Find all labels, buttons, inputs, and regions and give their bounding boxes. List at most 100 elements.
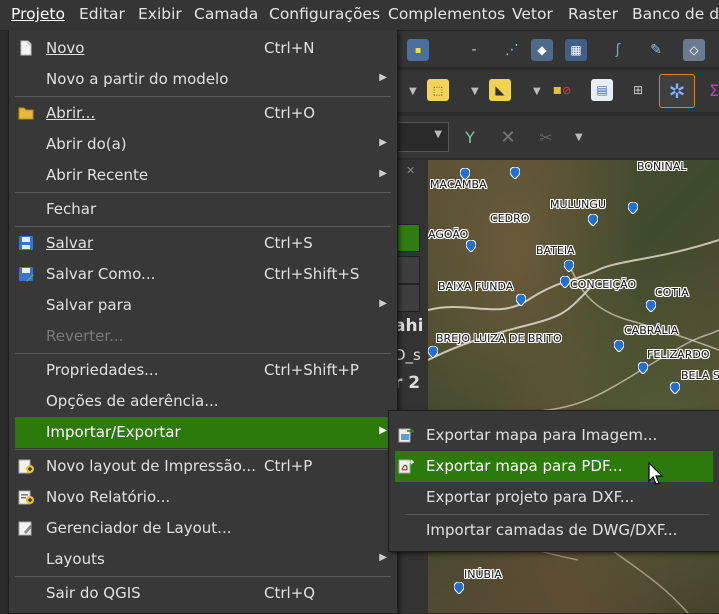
menu-complementos[interactable]: Complementos	[388, 5, 505, 23]
menu-item-label: Salvar Como...	[46, 265, 156, 283]
menu-item-label: Propriedades...	[46, 361, 159, 379]
menu-item-propriedades[interactable]: Propriedades... Ctrl+Shift+P	[15, 355, 391, 386]
layout-manager-icon	[18, 520, 34, 536]
digitize-freehand-icon[interactable]: ✎	[645, 39, 667, 61]
map-pin-icon[interactable]	[670, 382, 680, 394]
shortcut: Ctrl+Shift+S	[264, 265, 360, 283]
map-pin-icon[interactable]	[628, 202, 638, 214]
menu-item-novo-layout[interactable]: Novo layout de Impressão... Ctrl+P	[15, 451, 391, 482]
chevron-right-icon: ▶	[379, 298, 387, 309]
place-label: COTIA	[655, 286, 689, 299]
place-label: BONINAL	[637, 160, 687, 173]
project-menu: Novo Ctrl+N Novo a partir do modelo ▶ Ab…	[8, 30, 398, 614]
chevron-right-icon: ▶	[379, 168, 387, 179]
shortcut: Ctrl+O	[264, 104, 316, 122]
delete-icon[interactable]: ✕	[497, 126, 519, 148]
map-pin-icon[interactable]	[516, 294, 526, 306]
trace-icon[interactable]: Y	[459, 126, 481, 148]
menu-projeto[interactable]: Projeto	[11, 5, 65, 23]
menu-item-abrir-do[interactable]: Abrir do(a) ▶	[15, 129, 391, 160]
menu-item-novo-modelo[interactable]: Novo a partir do modelo ▶	[15, 64, 391, 95]
vertex-tool-icon[interactable]: ◇	[683, 39, 705, 61]
new-report-icon	[18, 489, 34, 505]
menu-editar[interactable]: Editar	[79, 5, 125, 23]
map-pin-icon[interactable]	[638, 362, 648, 374]
menu-item-label: Abrir Recente	[46, 166, 149, 184]
map-pin-icon[interactable]	[428, 346, 438, 358]
add-polygon-icon[interactable]: ◆	[531, 39, 553, 61]
chevron-right-icon: ▶	[379, 137, 387, 148]
menu-item-sair[interactable]: Sair do QGIS Ctrl+Q	[15, 578, 391, 609]
menu-item-salvar-como[interactable]: Salvar Como... Ctrl+Shift+S	[15, 259, 391, 290]
menu-exibir[interactable]: Exibir	[138, 5, 182, 23]
map-pin-icon[interactable]	[454, 582, 464, 594]
menu-item-opcoes-aderencia[interactable]: Opções de aderência...	[15, 386, 391, 417]
menu-item-layouts[interactable]: Layouts ▶	[15, 544, 391, 575]
menu-item-label: Exportar projeto para DXF...	[426, 488, 635, 506]
menu-vetor[interactable]: Vetor	[512, 5, 553, 23]
deselect-icon[interactable]: ▪ ⊘	[551, 79, 573, 101]
map-pin-icon[interactable]	[588, 214, 598, 226]
menu-item-importar-dwg[interactable]: Importar camadas de DWG/DXF...	[395, 515, 713, 546]
save-edits-icon[interactable]: ▪	[407, 39, 429, 61]
export-image-icon	[398, 427, 415, 443]
menu-item-abrir[interactable]: Abrir... Ctrl+O	[15, 98, 391, 129]
selection-toolbar: ▼ ⬚ ▼ ◣ ▼ ▪ ⊘ ▤ ⊞ ✲ Σ	[395, 70, 719, 112]
processing-toolbox-icon[interactable]: ✲	[659, 74, 695, 108]
map-pin-icon[interactable]	[614, 340, 624, 352]
menu-raster[interactable]: Raster	[568, 5, 618, 23]
chevron-down-icon: ▼	[434, 129, 442, 140]
dropdown-arrow-icon[interactable]: ▼	[409, 86, 417, 97]
add-curve-icon[interactable]: ʃ	[607, 39, 629, 61]
menu-banco-de-dados[interactable]: Banco de da	[632, 5, 719, 23]
menu-item-salvar-para[interactable]: Salvar para ▶	[15, 290, 391, 321]
place-label: CEDRO	[490, 212, 530, 225]
dropdown-arrow-icon[interactable]: ▼	[575, 132, 583, 143]
separator	[15, 96, 391, 97]
select-features-icon[interactable]: ⬚	[427, 79, 449, 101]
menu-item-novo-relatorio[interactable]: Novo Relatório...	[15, 482, 391, 513]
map-pin-icon[interactable]	[510, 167, 520, 179]
menu-item-exportar-dxf[interactable]: Exportar projeto para DXF...	[395, 482, 713, 513]
attribute-table-icon[interactable]: ▤	[591, 79, 613, 101]
field-calculator-icon[interactable]: ⊞	[627, 79, 649, 101]
menu-item-label: Reverter...	[46, 327, 124, 345]
layer-combo[interactable]: ▼	[395, 122, 449, 152]
layer-fragment: D_s	[394, 346, 421, 364]
split-icon[interactable]: ✂	[535, 126, 557, 148]
add-grid-icon[interactable]: ▦	[565, 39, 587, 61]
menu-item-label: Importar camadas de DWG/DXF...	[426, 521, 678, 539]
menubar: Projeto Editar Exibir Camada Configuraçõ…	[0, 0, 719, 31]
menu-item-label: Sair do QGIS	[46, 584, 141, 602]
mouse-cursor-icon	[648, 461, 664, 490]
place-label: BATEIA	[536, 244, 575, 257]
save-as-icon	[18, 266, 34, 282]
menu-item-novo[interactable]: Novo Ctrl+N	[15, 33, 391, 64]
place-label: BELA S	[681, 369, 719, 382]
new-layout-icon	[18, 458, 34, 474]
line-icon[interactable]: -	[463, 39, 485, 61]
add-point-icon[interactable]: ⋰	[501, 39, 523, 61]
menu-item-fechar[interactable]: Fechar	[15, 194, 391, 225]
map-pin-icon[interactable]	[460, 168, 470, 180]
map-pin-icon[interactable]	[560, 276, 570, 288]
menu-camada[interactable]: Camada	[194, 5, 258, 23]
menu-item-exportar-pdf[interactable]: Exportar mapa para PDF...	[395, 451, 713, 482]
menu-item-salvar[interactable]: Salvar Ctrl+S	[15, 228, 391, 259]
map-pin-icon[interactable]	[646, 300, 656, 312]
menu-item-gerenciador-layout[interactable]: Gerenciador de Layout...	[15, 513, 391, 544]
close-icon[interactable]: ✕	[406, 164, 415, 177]
menu-item-exportar-imagem[interactable]: Exportar mapa para Imagem...	[395, 420, 713, 451]
dropdown-arrow-icon[interactable]: ▼	[533, 86, 541, 97]
menu-item-abrir-recente[interactable]: Abrir Recente ▶	[15, 160, 391, 191]
menu-configuracoes[interactable]: Configurações	[269, 5, 380, 23]
statistics-icon[interactable]: Σ	[703, 79, 719, 101]
select-by-value-icon[interactable]: ◣	[489, 79, 511, 101]
menu-item-importar-exportar[interactable]: Importar/Exportar ▶	[15, 417, 391, 448]
separator	[15, 353, 391, 354]
menu-item-text: Abrir...	[46, 104, 96, 122]
dropdown-arrow-icon[interactable]: ▼	[471, 86, 479, 97]
map-pin-icon[interactable]	[466, 240, 476, 252]
map-pin-icon[interactable]	[564, 260, 574, 272]
save-icon	[18, 235, 34, 251]
